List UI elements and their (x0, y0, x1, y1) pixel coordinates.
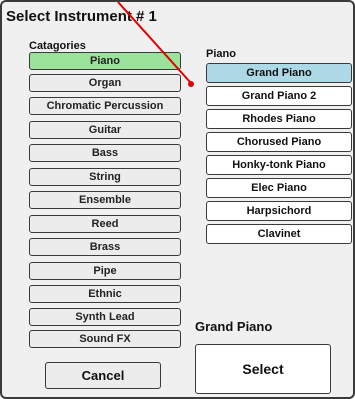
instrument-list-label: Piano (206, 48, 236, 60)
category-button-sound-fx[interactable]: Sound FX (29, 330, 181, 348)
selected-instrument-name: Grand Piano (195, 319, 273, 334)
category-button-synth-lead[interactable]: Synth Lead (29, 308, 181, 326)
dialog-title: Select Instrument # 1 (6, 8, 157, 25)
select-instrument-dialog: Select Instrument # 1 Catagories Piano O… (0, 0, 355, 399)
instrument-button-honky-tonk-piano[interactable]: Honky-tonk Piano (206, 155, 352, 175)
instrument-button-harpsichord[interactable]: Harpsichord (206, 201, 352, 221)
select-button[interactable]: Select (195, 344, 331, 394)
cancel-button[interactable]: Cancel (45, 362, 161, 389)
instrument-button-grand-piano[interactable]: Grand Piano (206, 63, 352, 83)
instrument-button-grand-piano-2[interactable]: Grand Piano 2 (206, 86, 352, 106)
category-button-string[interactable]: String (29, 168, 181, 186)
category-button-pipe[interactable]: Pipe (29, 262, 181, 280)
category-button-ethnic[interactable]: Ethnic (29, 285, 181, 303)
category-button-chromatic-percussion[interactable]: Chromatic Percussion (29, 97, 181, 115)
category-button-ensemble[interactable]: Ensemble (29, 191, 181, 209)
category-button-piano[interactable]: Piano (29, 52, 181, 70)
instrument-button-chorused-piano[interactable]: Chorused Piano (206, 132, 352, 152)
instrument-button-clavinet[interactable]: Clavinet (206, 224, 352, 244)
instrument-button-elec-piano[interactable]: Elec Piano (206, 178, 352, 198)
category-button-guitar[interactable]: Guitar (29, 121, 181, 139)
category-button-organ[interactable]: Organ (29, 74, 181, 92)
category-button-reed[interactable]: Reed (29, 215, 181, 233)
category-button-bass[interactable]: Bass (29, 144, 181, 162)
instrument-button-rhodes-piano[interactable]: Rhodes Piano (206, 109, 352, 129)
categories-label: Catagories (29, 40, 86, 52)
category-button-brass[interactable]: Brass (29, 238, 181, 256)
